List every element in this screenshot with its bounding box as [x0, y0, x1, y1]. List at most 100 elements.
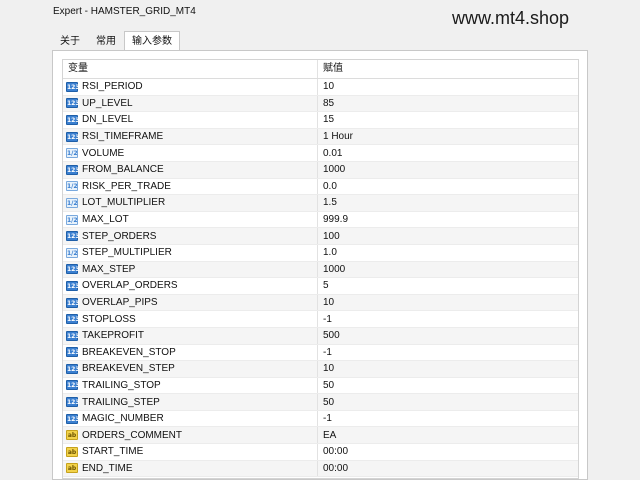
table-row[interactable]: 123 TAKEPROFIT 500	[63, 327, 578, 345]
variable-value[interactable]: 00:00	[323, 446, 348, 457]
table-row[interactable]: 123 RSI_PERIOD 10	[63, 79, 578, 96]
variable-name: BREAKEVEN_STOP	[82, 346, 176, 358]
variable-cell: 1/2 STEP_MULTIPLIER	[63, 244, 318, 261]
table-row[interactable]: 123 FROM_BALANCE 1000	[63, 161, 578, 179]
value-cell[interactable]: 0.01	[318, 145, 578, 161]
variable-value[interactable]: -1	[323, 413, 332, 424]
variable-name: STEP_ORDERS	[82, 230, 157, 242]
variable-value[interactable]: 500	[323, 330, 340, 341]
variable-value[interactable]: 5	[323, 280, 329, 291]
variable-value[interactable]: 10	[323, 81, 334, 92]
value-cell[interactable]: 1 Hour	[318, 129, 578, 145]
variable-value[interactable]: 1.0	[323, 247, 337, 258]
value-cell[interactable]: 999.9	[318, 212, 578, 228]
table-row[interactable]: 123 MAGIC_NUMBER -1	[63, 410, 578, 428]
table-row[interactable]: 123 BREAKEVEN_STOP -1	[63, 344, 578, 362]
integer-type-icon: 123	[66, 81, 80, 92]
column-header-value[interactable]: 赋值	[318, 60, 578, 78]
integer-type-icon: 123	[66, 164, 80, 175]
integer-type-icon: 123	[66, 397, 80, 408]
variable-value[interactable]: 85	[323, 98, 334, 109]
column-header-variable[interactable]: 变量	[63, 60, 318, 78]
variable-name: MAX_LOT	[82, 214, 129, 226]
variable-value[interactable]: 00:00	[323, 463, 348, 474]
variable-value[interactable]: 15	[323, 114, 334, 125]
table-row[interactable]: 1/2 LOT_MULTIPLIER 1.5	[63, 195, 578, 212]
value-cell[interactable]: -1	[318, 345, 578, 361]
table-row[interactable]: 123 OVERLAP_ORDERS 5	[63, 278, 578, 295]
table-row[interactable]: 1/2 RISK_PER_TRADE 0.0	[63, 178, 578, 196]
value-cell[interactable]: 10	[318, 295, 578, 311]
table-row[interactable]: 123 STOPLOSS -1	[63, 311, 578, 328]
variable-value[interactable]: 1000	[323, 264, 345, 275]
variable-value[interactable]: 1000	[323, 164, 345, 175]
value-cell[interactable]: 100	[318, 228, 578, 244]
value-cell[interactable]: 50	[318, 378, 578, 394]
variable-value[interactable]: EA	[323, 430, 336, 441]
variable-value[interactable]: 1.5	[323, 197, 337, 208]
integer-type-icon: 123	[66, 330, 80, 341]
variable-cell: 123 RSI_TIMEFRAME	[63, 128, 318, 145]
table-row[interactable]: ab ORDERS_COMMENT EA	[63, 427, 578, 445]
variable-value[interactable]: -1	[323, 314, 332, 325]
variable-value[interactable]: 100	[323, 231, 340, 242]
variable-name: TRAILING_STEP	[82, 396, 160, 408]
table-row[interactable]: 123 BREAKEVEN_STEP 10	[63, 361, 578, 378]
value-cell[interactable]: 00:00	[318, 444, 578, 460]
value-cell[interactable]: 50	[318, 394, 578, 410]
variable-value[interactable]: 10	[323, 297, 334, 308]
variable-name: RISK_PER_TRADE	[82, 180, 171, 192]
table-row[interactable]: ab START_TIME 00:00	[63, 444, 578, 461]
variable-value[interactable]: 0.01	[323, 148, 342, 159]
value-cell[interactable]: 10	[318, 361, 578, 377]
value-cell[interactable]: -1	[318, 311, 578, 327]
tab-about[interactable]: 关于	[52, 32, 88, 50]
variable-value[interactable]: 10	[323, 363, 334, 374]
variable-value[interactable]: 999.9	[323, 214, 348, 225]
table-row[interactable]: ab END_TIME 00:00	[63, 460, 578, 478]
table-row[interactable]: 1/2 MAX_LOT 999.9	[63, 211, 578, 229]
value-cell[interactable]: 85	[318, 96, 578, 112]
table-row[interactable]: 123 TRAILING_STEP 50	[63, 394, 578, 411]
tab-common[interactable]: 常用	[88, 32, 124, 50]
value-cell[interactable]: 1.5	[318, 195, 578, 211]
variable-cell: 123 OVERLAP_PIPS	[63, 294, 318, 311]
variable-value[interactable]: 0.0	[323, 181, 337, 192]
double-type-icon: 1/2	[66, 247, 78, 258]
variable-value[interactable]: 1 Hour	[323, 131, 353, 142]
table-row[interactable]: 1/2 STEP_MULTIPLIER 1.0	[63, 244, 578, 262]
value-cell[interactable]: EA	[318, 427, 578, 443]
variable-name: RSI_PERIOD	[82, 81, 143, 93]
value-cell[interactable]: 10	[318, 79, 578, 95]
variable-name: TRAILING_STOP	[82, 379, 161, 391]
value-cell[interactable]: 1000	[318, 162, 578, 178]
string-type-icon: ab	[66, 446, 78, 457]
variable-cell: 123 TRAILING_STOP	[63, 377, 318, 394]
value-cell[interactable]: 00:00	[318, 461, 578, 477]
table-row[interactable]: 123 STEP_ORDERS 100	[63, 228, 578, 245]
variable-value[interactable]: 50	[323, 380, 334, 391]
value-cell[interactable]: 5	[318, 278, 578, 294]
value-cell[interactable]: 0.0	[318, 179, 578, 195]
table-row[interactable]: 1/2 VOLUME 0.01	[63, 145, 578, 162]
tab-inputs[interactable]: 输入参数	[124, 31, 180, 51]
variable-name: MAX_STEP	[82, 263, 136, 275]
value-cell[interactable]: 1.0	[318, 245, 578, 261]
variable-cell: 123 OVERLAP_ORDERS	[63, 278, 318, 294]
table-row[interactable]: 123 RSI_TIMEFRAME 1 Hour	[63, 128, 578, 146]
table-row[interactable]: 123 UP_LEVEL 85	[63, 95, 578, 113]
value-cell[interactable]: 15	[318, 112, 578, 128]
table-row[interactable]: 123 MAX_STEP 1000	[63, 261, 578, 279]
variable-cell: 123 BREAKEVEN_STOP	[63, 344, 318, 361]
table-row[interactable]: 123 TRAILING_STOP 50	[63, 377, 578, 395]
variable-value[interactable]: 50	[323, 397, 334, 408]
value-cell[interactable]: -1	[318, 411, 578, 427]
table-body: 123 RSI_PERIOD 10 123 UP_LEVEL 85 123 DN_LEVEL 1…	[63, 79, 578, 478]
table-row[interactable]: 123 DN_LEVEL 15	[63, 112, 578, 129]
variable-name: UP_LEVEL	[82, 97, 133, 109]
value-cell[interactable]: 500	[318, 328, 578, 344]
value-cell[interactable]: 1000	[318, 262, 578, 278]
variable-value[interactable]: -1	[323, 347, 332, 358]
variable-cell: ab START_TIME	[63, 444, 318, 460]
table-row[interactable]: 123 OVERLAP_PIPS 10	[63, 294, 578, 312]
